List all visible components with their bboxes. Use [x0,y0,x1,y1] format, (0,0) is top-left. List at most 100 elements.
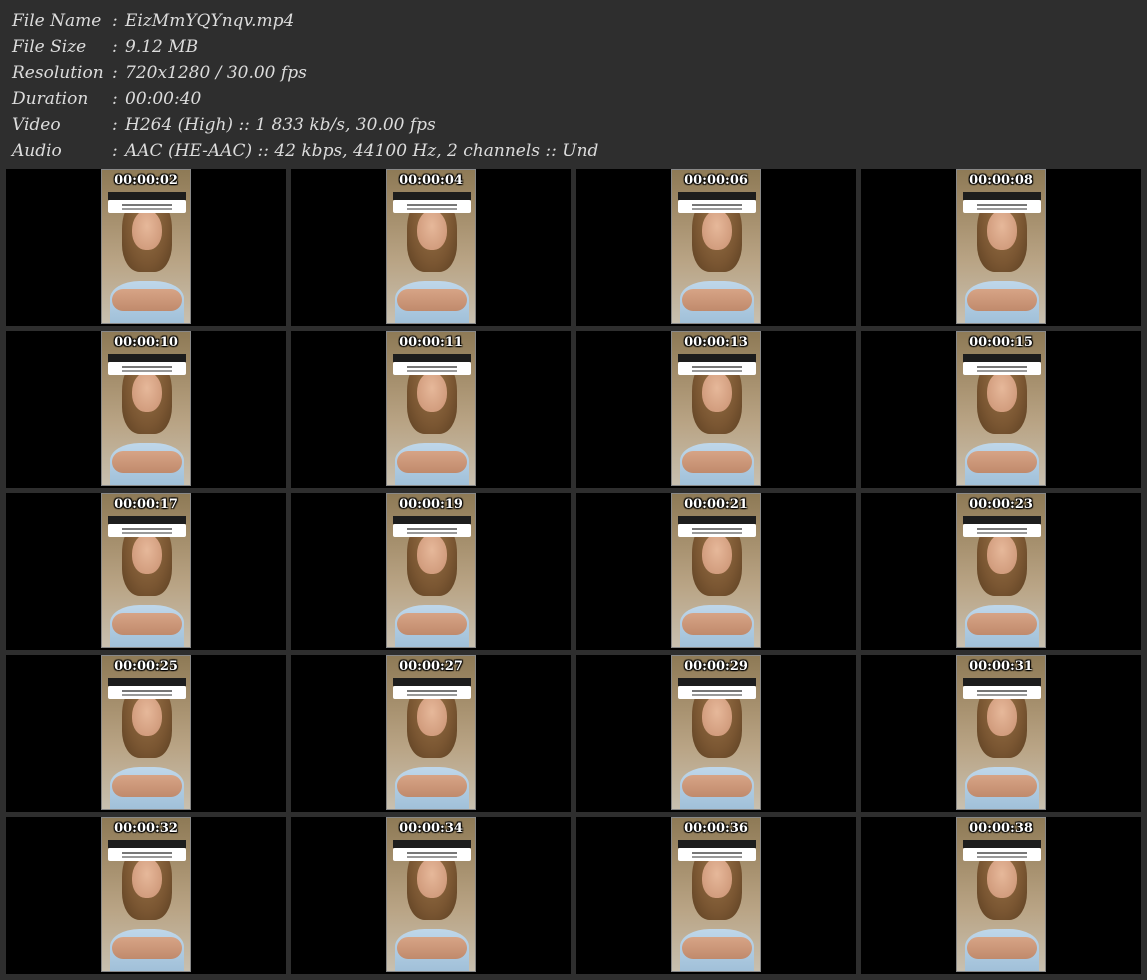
thumbnail-cell[interactable]: 00:00:10 [6,331,286,488]
question-sticker-header [678,516,756,524]
frame-face-shape [417,858,447,898]
thumbnail-grid: 00:00:02 00:00:04 00:00:06 00:00:08 00:00:10… [6,169,1141,974]
video-frame-thumbnail [386,655,476,810]
thumbnail-cell[interactable]: 00:00:23 [861,493,1141,650]
frame-face-shape [702,696,732,736]
thumbnail-cell[interactable]: 00:00:29 [576,655,856,812]
question-sticker [963,200,1041,213]
timecode-label: 00:00:36 [684,821,748,836]
question-sticker [108,362,186,375]
thumbnail-cell[interactable]: 00:00:17 [6,493,286,650]
frame-face-shape [132,210,162,250]
frame-arm-shape [112,937,182,959]
info-row-duration: Duration : 00:00:40 [12,86,598,112]
frame-face-shape [987,858,1017,898]
info-row-resolution: Resolution : 720x1280 / 30.00 fps [12,60,598,86]
thumbnail-cell[interactable]: 00:00:13 [576,331,856,488]
question-sticker [108,524,186,537]
frame-face-shape [132,372,162,412]
video-frame-thumbnail [956,655,1046,810]
question-sticker-header [108,840,186,848]
file-info-panel: File Name : EizMmYQYnqv.mp4 File Size : … [12,8,598,164]
question-sticker-header [108,516,186,524]
video-frame-thumbnail [956,493,1046,648]
info-value: 720x1280 / 30.00 fps [125,63,307,83]
thumbnail-cell[interactable]: 00:00:06 [576,169,856,326]
thumbnail-cell[interactable]: 00:00:31 [861,655,1141,812]
video-frame-thumbnail [386,331,476,486]
timecode-label: 00:00:25 [114,659,178,674]
info-separator: : [112,89,118,109]
info-separator: : [112,63,118,83]
thumbnail-cell[interactable]: 00:00:34 [291,817,571,974]
timecode-label: 00:00:31 [969,659,1033,674]
frame-arm-shape [682,289,752,311]
question-sticker-header [963,678,1041,686]
frame-face-shape [417,372,447,412]
info-value: H264 (High) :: 1 833 kb/s, 30.00 fps [125,115,436,135]
thumbnail-cell[interactable]: 00:00:32 [6,817,286,974]
frame-arm-shape [397,937,467,959]
frame-face-shape [132,858,162,898]
question-sticker-header [963,840,1041,848]
thumbnail-cell[interactable]: 00:00:19 [291,493,571,650]
timecode-label: 00:00:04 [399,173,463,188]
frame-arm-shape [397,451,467,473]
timecode-label: 00:00:06 [684,173,748,188]
video-frame-thumbnail [956,169,1046,324]
thumbnail-cell[interactable]: 00:00:08 [861,169,1141,326]
timecode-label: 00:00:17 [114,497,178,512]
thumbnail-cell[interactable]: 00:00:21 [576,493,856,650]
info-row-audio: Audio : AAC (HE-AAC) :: 42 kbps, 44100 H… [12,138,598,164]
question-sticker [393,524,471,537]
question-sticker-header [678,192,756,200]
frame-face-shape [702,858,732,898]
frame-arm-shape [967,937,1037,959]
thumbnail-cell[interactable]: 00:00:02 [6,169,286,326]
frame-arm-shape [112,289,182,311]
frame-arm-shape [397,613,467,635]
frame-arm-shape [682,613,752,635]
video-frame-thumbnail [671,169,761,324]
video-frame-thumbnail [671,655,761,810]
question-sticker [108,848,186,861]
info-label: Audio [12,141,62,161]
thumbnail-cell[interactable]: 00:00:38 [861,817,1141,974]
thumbnail-cell[interactable]: 00:00:36 [576,817,856,974]
video-frame-thumbnail [101,817,191,972]
info-separator: : [112,11,118,31]
frame-face-shape [702,210,732,250]
question-sticker [108,686,186,699]
thumbnail-cell[interactable]: 00:00:27 [291,655,571,812]
video-frame-thumbnail [386,169,476,324]
timecode-label: 00:00:29 [684,659,748,674]
info-label: Duration [12,89,89,109]
info-row-file-size: File Size : 9.12 MB [12,34,598,60]
video-frame-thumbnail [101,655,191,810]
thumbnail-cell[interactable]: 00:00:04 [291,169,571,326]
video-frame-thumbnail [101,493,191,648]
frame-arm-shape [967,289,1037,311]
info-value: 9.12 MB [125,37,199,57]
video-frame-thumbnail [386,817,476,972]
frame-face-shape [132,696,162,736]
timecode-label: 00:00:19 [399,497,463,512]
timecode-label: 00:00:23 [969,497,1033,512]
video-frame-thumbnail [956,817,1046,972]
frame-arm-shape [112,613,182,635]
question-sticker-header [678,840,756,848]
thumbnail-cell[interactable]: 00:00:15 [861,331,1141,488]
timecode-label: 00:00:02 [114,173,178,188]
frame-face-shape [132,534,162,574]
frame-face-shape [702,372,732,412]
frame-face-shape [417,210,447,250]
question-sticker-header [678,354,756,362]
frame-face-shape [702,534,732,574]
info-value: EizMmYQYnqv.mp4 [125,11,295,31]
video-frame-thumbnail [101,331,191,486]
thumbnail-cell[interactable]: 00:00:11 [291,331,571,488]
frame-arm-shape [682,775,752,797]
question-sticker-header [393,192,471,200]
thumbnail-cell[interactable]: 00:00:25 [6,655,286,812]
timecode-label: 00:00:15 [969,335,1033,350]
